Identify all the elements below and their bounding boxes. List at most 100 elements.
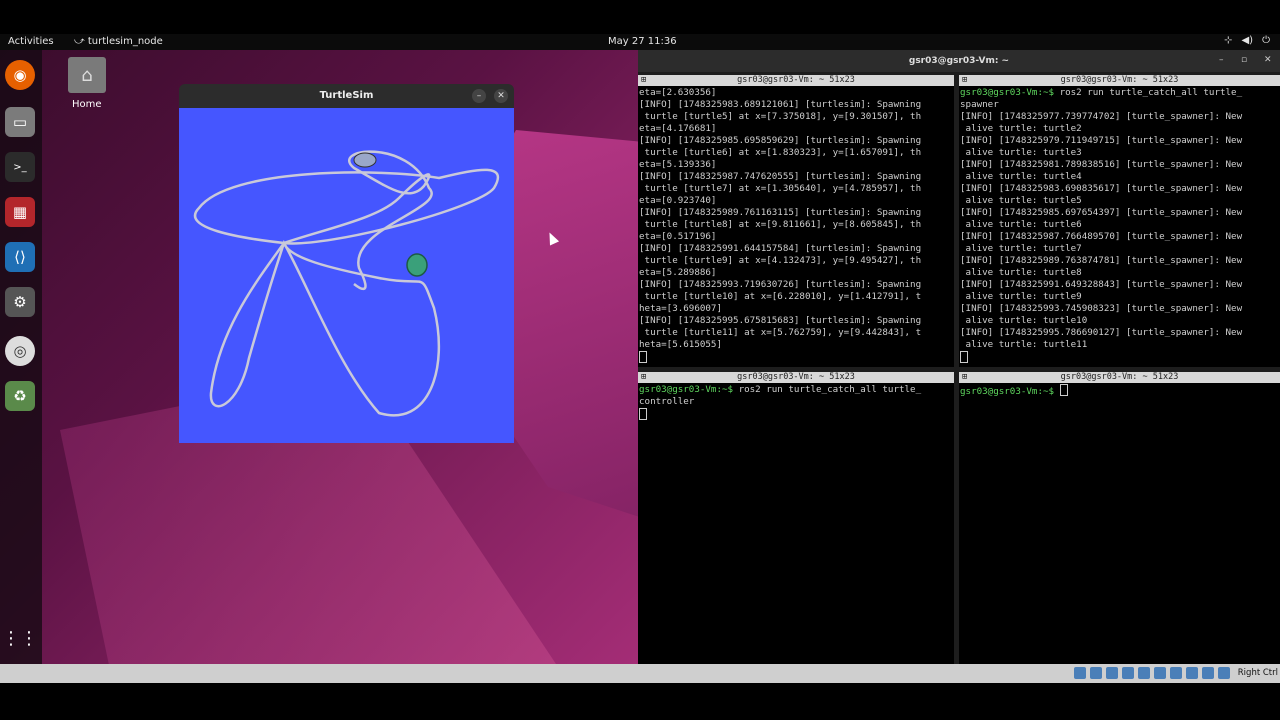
output-line: ros2 run turtle_catch_all turtle_ bbox=[733, 384, 922, 395]
audio-icon[interactable] bbox=[1106, 667, 1118, 679]
mouse-integration-icon[interactable] bbox=[1202, 667, 1214, 679]
terminal-titlebar: gsr03@gsr03-Vm: ~ – ▫ ✕ bbox=[638, 50, 1280, 72]
output-line: spawner bbox=[960, 99, 999, 110]
output-line: heta=[5.615055] bbox=[639, 339, 722, 350]
pane-title: gsr03@gsr03-Vm: ~ 51x23 bbox=[737, 75, 855, 85]
terminal-pane-turtlesim[interactable]: ⊞ gsr03@gsr03-Vm: ~ 51x23 eta=[2.630356] … bbox=[638, 75, 954, 367]
terminator-window[interactable]: gsr03@gsr03-Vm: ~ – ▫ ✕ ⊞ gsr03@gsr03-Vm:… bbox=[638, 50, 1280, 664]
app-menu-label: turtlesim_node bbox=[87, 36, 163, 47]
settings-icon[interactable]: ⚙ bbox=[5, 287, 35, 317]
app-menu[interactable]: ⤻ turtlesim_node bbox=[74, 36, 163, 47]
output-line: [INFO] [1748325995.675815683] [turtlesim… bbox=[639, 315, 922, 326]
output-line: [INFO] [1748325991.649328843] [turtle_sp… bbox=[960, 279, 1243, 290]
terminal-cursor bbox=[960, 351, 968, 363]
turtlesim-window[interactable]: TurtleSim – ✕ bbox=[179, 84, 514, 443]
output-line: alive turtle: turtle5 bbox=[960, 195, 1082, 206]
home-folder-label: Home bbox=[72, 99, 102, 110]
terminal-pane-idle[interactable]: ⊞ gsr03@gsr03-Vm: ~ 51x23 gsr03@gsr03-Vm:… bbox=[959, 372, 1280, 664]
output-line: alive turtle: turtle4 bbox=[960, 171, 1082, 182]
pane-grid-icon[interactable]: ⊞ bbox=[641, 75, 646, 86]
terminal-icon[interactable]: >_ bbox=[5, 152, 35, 182]
pane-titlebar: ⊞ gsr03@gsr03-Vm: ~ 51x23 bbox=[638, 75, 954, 86]
turtle-sprite-1 bbox=[353, 152, 377, 168]
trash-icon[interactable]: ♻ bbox=[5, 381, 35, 411]
cpu-icon[interactable] bbox=[1186, 667, 1198, 679]
output-line: alive turtle: turtle2 bbox=[960, 123, 1082, 134]
output-line: alive turtle: turtle11 bbox=[960, 339, 1088, 350]
output-line: eta=[0.517196] bbox=[639, 231, 717, 242]
output-line: turtle [turtle9] at x=[4.132473], y=[9.4… bbox=[639, 255, 922, 266]
output-line: alive turtle: turtle9 bbox=[960, 291, 1082, 302]
minimize-button[interactable]: – bbox=[472, 89, 486, 103]
volume-icon[interactable]: ◀) bbox=[1241, 35, 1253, 46]
output-line: eta=[4.176681] bbox=[639, 123, 717, 134]
disc-icon[interactable]: ◎ bbox=[5, 336, 35, 366]
output-line: alive turtle: turtle10 bbox=[960, 315, 1088, 326]
pane-grid-icon[interactable]: ⊞ bbox=[962, 372, 967, 383]
output-line: [INFO] [1748325983.689121061] [turtlesim… bbox=[639, 99, 922, 110]
terminal-title: gsr03@gsr03-Vm: ~ bbox=[908, 56, 1010, 66]
turtle-sprite-2 bbox=[406, 253, 428, 277]
output-line: [INFO] [1748325983.690835617] [turtle_sp… bbox=[960, 183, 1243, 194]
gnome-top-bar: Activities ⤻ turtlesim_node May 27 11:36… bbox=[0, 34, 1280, 50]
output-line: eta=[5.139336] bbox=[639, 159, 717, 170]
host-key-label: Right Ctrl bbox=[1237, 668, 1278, 678]
pane-titlebar: ⊞ gsr03@gsr03-Vm: ~ 51x23 bbox=[959, 75, 1280, 86]
activities-button[interactable]: Activities bbox=[8, 36, 54, 47]
output-line: turtle [turtle10] at x=[6.228010], y=[1.… bbox=[639, 291, 922, 302]
system-monitor-icon[interactable]: ▦ bbox=[5, 197, 35, 227]
vm-status-bar: Right Ctrl bbox=[0, 664, 1280, 683]
turtlesim-title: TurtleSim bbox=[319, 90, 374, 101]
power-icon[interactable]: ⏻ bbox=[1262, 35, 1270, 46]
turtle-trail-drawing bbox=[193, 150, 500, 417]
recording-icon[interactable] bbox=[1170, 667, 1182, 679]
network-adapter-icon[interactable] bbox=[1122, 667, 1134, 679]
terminal-minimize-button[interactable]: – bbox=[1219, 55, 1224, 65]
terminal-close-button[interactable]: ✕ bbox=[1264, 55, 1272, 65]
output-line: alive turtle: turtle3 bbox=[960, 147, 1082, 158]
pane-grid-icon[interactable]: ⊞ bbox=[641, 372, 646, 383]
shared-folder-icon[interactable] bbox=[1138, 667, 1150, 679]
usb-icon[interactable] bbox=[1074, 667, 1086, 679]
pane-titlebar: ⊞ gsr03@gsr03-Vm: ~ 51x23 bbox=[638, 372, 954, 383]
firefox-icon[interactable]: ◉ bbox=[5, 60, 35, 90]
output-line: [INFO] [1748325985.695859629] [turtlesim… bbox=[639, 135, 922, 146]
terminal-cursor bbox=[639, 351, 647, 363]
terminal-maximize-button[interactable]: ▫ bbox=[1241, 55, 1247, 65]
output-line: alive turtle: turtle7 bbox=[960, 243, 1082, 254]
output-line: controller bbox=[639, 396, 695, 407]
display-icon[interactable] bbox=[1154, 667, 1166, 679]
letterbox-top bbox=[0, 0, 1280, 34]
output-line: eta=[0.923740] bbox=[639, 195, 717, 206]
terminal-cursor bbox=[639, 408, 647, 420]
network-icon[interactable]: ⊹ bbox=[1224, 35, 1232, 46]
output-line: [INFO] [1748325987.747620555] [turtlesim… bbox=[639, 171, 922, 182]
pane-grid-icon[interactable]: ⊞ bbox=[962, 75, 967, 86]
terminal-pane-spawner[interactable]: ⊞ gsr03@gsr03-Vm: ~ 51x23 gsr03@gsr03-Vm:… bbox=[959, 75, 1280, 367]
output-line: [INFO] [1748325989.763874781] [turtle_sp… bbox=[960, 255, 1243, 266]
keyboard-icon[interactable] bbox=[1218, 667, 1230, 679]
output-line: ros2 run turtle_catch_all turtle_ bbox=[1054, 87, 1243, 98]
output-line: alive turtle: turtle8 bbox=[960, 267, 1082, 278]
output-line: [INFO] [1748325987.766489570] [turtle_sp… bbox=[960, 231, 1243, 242]
turtlesim-canvas[interactable] bbox=[179, 108, 514, 443]
clock[interactable]: May 27 11:36 bbox=[608, 36, 677, 47]
files-icon[interactable]: ▭ bbox=[5, 107, 35, 137]
terminal-pane-controller[interactable]: ⊞ gsr03@gsr03-Vm: ~ 51x23 gsr03@gsr03-Vm:… bbox=[638, 372, 954, 664]
home-folder-icon[interactable]: ⌂ bbox=[68, 57, 106, 93]
output-line: heta=[3.696007] bbox=[639, 303, 722, 314]
close-button[interactable]: ✕ bbox=[494, 89, 508, 103]
app-grid-icon[interactable]: ⋮⋮ bbox=[2, 623, 38, 653]
output-line: [INFO] [1748325979.711949715] [turtle_sp… bbox=[960, 135, 1243, 146]
optical-drive-icon[interactable] bbox=[1090, 667, 1102, 679]
shell-prompt: gsr03@gsr03-Vm:~$ bbox=[960, 87, 1055, 98]
output-line: eta=[5.289886] bbox=[639, 267, 717, 278]
output-line: turtle [turtle11] at x=[5.762759], y=[9.… bbox=[639, 327, 922, 338]
output-line: alive turtle: turtle6 bbox=[960, 219, 1082, 230]
system-tray[interactable]: ⊹ ◀) ⏻ bbox=[1224, 35, 1270, 46]
output-line: [INFO] [1748325993.745908323] [turtle_sp… bbox=[960, 303, 1243, 314]
pane-title: gsr03@gsr03-Vm: ~ 51x23 bbox=[1060, 372, 1179, 382]
output-line: [INFO] [1748325977.739774702] [turtle_sp… bbox=[960, 111, 1243, 122]
letterbox-bottom bbox=[0, 683, 1280, 720]
vscode-icon[interactable]: ⟨⟩ bbox=[5, 242, 35, 272]
